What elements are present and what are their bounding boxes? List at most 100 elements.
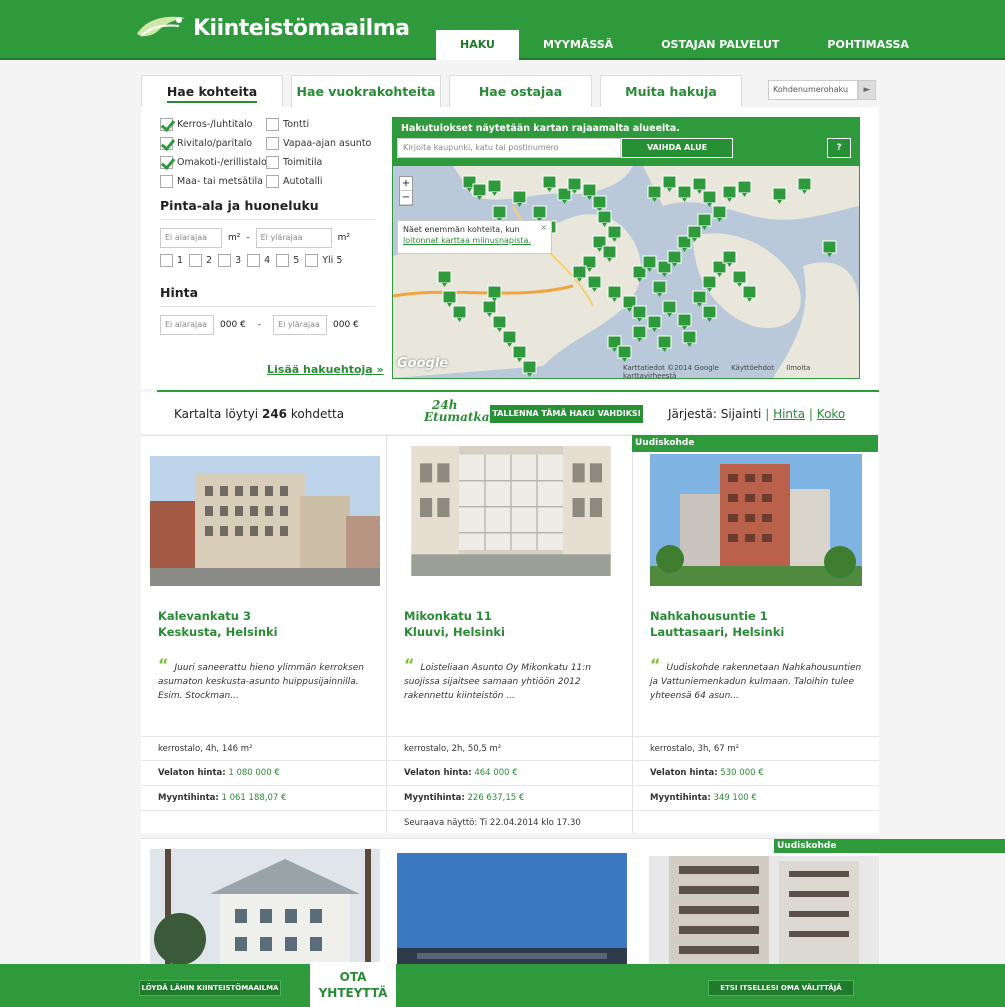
property-type-option[interactable]: Vapaa-ajan asunto xyxy=(266,137,376,150)
listing-title[interactable]: Nahkahousuntie 1 Lauttasaari, Helsinki xyxy=(650,608,784,640)
checkbox[interactable] xyxy=(266,137,279,150)
result-suffix: kohdetta xyxy=(290,407,345,421)
area-min-input[interactable]: Ei alarajaa xyxy=(160,228,222,248)
checkbox[interactable] xyxy=(305,254,319,267)
area-unit: m² xyxy=(228,233,241,243)
checkbox[interactable] xyxy=(160,137,173,150)
area-unit: m² xyxy=(337,233,350,243)
listing-photo[interactable] xyxy=(150,849,380,971)
checkbox[interactable] xyxy=(189,254,203,267)
sort-separator: | xyxy=(765,407,770,421)
price-value: 1 061 188,07 € xyxy=(221,793,287,803)
room-option[interactable]: 3 xyxy=(218,254,241,267)
area-max-input[interactable]: Ei ylärajaa xyxy=(255,228,332,248)
option-label: Omakoti-/erillistalo xyxy=(177,157,267,168)
listing-photo[interactable] xyxy=(649,853,879,975)
room-option[interactable]: 4 xyxy=(247,254,270,267)
price-label: Myyntihinta: xyxy=(404,793,465,803)
property-type-option[interactable]: Toimitila xyxy=(266,156,376,169)
find-agent-button[interactable]: ETSI ITSELLESI OMA VÄLITTÄJÄ xyxy=(708,980,854,996)
tab-hae-kohteita[interactable]: Hae kohteita xyxy=(141,75,283,107)
price-unit: 000 € xyxy=(220,320,246,330)
kohdenumero-search: Kohdenumerohaku ► xyxy=(768,80,876,100)
zoom-out-button[interactable]: − xyxy=(400,191,412,205)
map-tooltip: × Näet enemmän kohteita, kun loitonnat k… xyxy=(397,220,552,254)
arrow-right-icon[interactable]: ► xyxy=(858,80,876,100)
save-search-button[interactable]: TALLENNA TÄMÄ HAKU VAHDIKSI xyxy=(490,405,643,423)
checkbox[interactable] xyxy=(266,156,279,169)
room-option[interactable]: Yli 5 xyxy=(305,254,342,267)
checkbox[interactable] xyxy=(160,254,173,267)
room-option[interactable]: 5 xyxy=(276,254,299,267)
checkbox[interactable] xyxy=(266,118,279,131)
nav-myymassa[interactable]: MYYMÄSSÄ xyxy=(519,30,637,60)
tab-hae-ostajaa[interactable]: Hae ostajaa xyxy=(449,75,592,107)
property-type-option[interactable]: Autotalli xyxy=(266,175,376,188)
map-canvas[interactable]: + − × Näet enemmän kohteita, kun loitonn… xyxy=(393,166,859,378)
listing-card[interactable]: Uudiskohde Nahkahousuntie 1 Lauttasaari,… xyxy=(632,435,879,833)
result-prefix: Kartalta löytyi xyxy=(174,407,259,421)
property-type-option[interactable]: Omakoti-/erillistalo xyxy=(160,156,267,169)
footer-bar: LÖYDÄ LÄHIN KIINTEISTÖMAAILMA ETSI ITSEL… xyxy=(0,964,1005,1007)
checkbox[interactable] xyxy=(247,254,261,267)
price-min-input[interactable]: Ei alarajaa xyxy=(160,315,214,335)
checkbox[interactable] xyxy=(218,254,232,267)
contact-button[interactable]: OTA YHTEYTTÄ xyxy=(310,962,396,1007)
listing-photo[interactable] xyxy=(150,456,380,586)
checkbox[interactable] xyxy=(266,175,279,188)
close-icon[interactable]: × xyxy=(540,222,547,233)
price-max-input[interactable]: Ei ylärajaa xyxy=(273,315,328,335)
find-office-button[interactable]: LÖYDÄ LÄHIN KIINTEISTÖMAAILMA xyxy=(139,980,281,996)
map-credits: Karttatiedot ©2014 Google Käyttöehdot Il… xyxy=(623,364,859,378)
tab-hae-vuokrakohteita[interactable]: Hae vuokrakohteita xyxy=(291,75,441,107)
area-range: Ei alarajaa m² - Ei ylärajaa m² xyxy=(160,228,375,248)
option-label: Kerros-/luhtitalo xyxy=(177,119,253,130)
site-logo[interactable]: Kiinteistömaailma xyxy=(135,12,410,44)
property-type-option[interactable]: Maa- tai metsätila xyxy=(160,175,266,188)
listing-photo[interactable] xyxy=(396,446,626,576)
listing-area: Lauttasaari, Helsinki xyxy=(650,625,785,639)
tab-muita-hakuja[interactable]: Muita hakuja xyxy=(600,75,742,107)
option-label: Rivitalo/paritalo xyxy=(177,138,253,149)
price-label: Myyntihinta: xyxy=(650,793,711,803)
price-value: 1 080 000 € xyxy=(228,768,280,778)
sort-by-price[interactable]: Hinta xyxy=(773,407,805,421)
listing-grid-row-2: Uudiskohde xyxy=(141,838,1005,972)
listing-photo[interactable] xyxy=(650,454,862,586)
room-option[interactable]: 2 xyxy=(189,254,212,267)
checkbox[interactable] xyxy=(276,254,290,267)
listing-card[interactable]: Mikonkatu 11 Kluuvi, Helsinki “Loistelia… xyxy=(387,435,633,833)
zoom-in-button[interactable]: + xyxy=(400,177,412,191)
room-option[interactable]: 1 xyxy=(160,254,183,267)
listing-photo[interactable] xyxy=(397,851,627,973)
listing-street: Kalevankatu 3 xyxy=(158,609,251,623)
checkbox[interactable] xyxy=(160,175,173,188)
nav-haku[interactable]: HAKU xyxy=(436,30,519,60)
listing-card[interactable]: Kalevankatu 3 Keskusta, Helsinki “Juuri … xyxy=(141,435,387,833)
checkbox[interactable] xyxy=(160,118,173,131)
tooltip-link[interactable]: loitonnat karttaa miinusnapista. xyxy=(403,235,546,246)
more-criteria-link[interactable]: Lisää hakuehtoja » xyxy=(267,363,384,376)
listing-debt-free-price: Velaton hinta: 1 080 000 € xyxy=(141,760,387,786)
property-type-option[interactable]: Rivitalo/paritalo xyxy=(160,137,266,150)
help-button[interactable]: ? xyxy=(827,138,851,158)
property-type-option[interactable]: Kerros-/luhtitalo xyxy=(160,118,266,131)
property-type-checks: Kerros-/luhtitalo Tontti Rivitalo/paritalo… xyxy=(160,118,375,188)
change-area-button[interactable]: VAIHDA ALUE xyxy=(621,138,733,158)
range-dash: - xyxy=(246,233,250,243)
listing-sale-price: Myyntihinta: 226 637,15 € xyxy=(387,785,633,811)
nav-ostajan-palvelut[interactable]: OSTAJAN PALVELUT xyxy=(637,30,803,60)
listing-description: “Juuri saneerattu hieno ylimmän kerrokse… xyxy=(158,657,374,703)
listing-street: Mikonkatu 11 xyxy=(404,609,492,623)
listing-title[interactable]: Mikonkatu 11 Kluuvi, Helsinki xyxy=(404,608,505,640)
listing-title[interactable]: Kalevankatu 3 Keskusta, Helsinki xyxy=(158,608,278,640)
map-header: Hakutulokset näytetään kartan rajaamalta… xyxy=(393,118,859,166)
kohdenumero-input[interactable]: Kohdenumerohaku xyxy=(768,80,858,100)
option-label: Tontti xyxy=(283,119,310,130)
property-type-option[interactable]: Tontti xyxy=(266,118,376,131)
map-location-input[interactable]: Kirjoita kaupunki, katu tai postinumero xyxy=(397,138,621,158)
sort-by-size[interactable]: Koko xyxy=(817,407,845,421)
terms-link[interactable]: Käyttöehdot xyxy=(731,364,774,372)
nav-pohtimassa[interactable]: POHTIMASSA xyxy=(803,30,933,60)
checkbox[interactable] xyxy=(160,156,173,169)
